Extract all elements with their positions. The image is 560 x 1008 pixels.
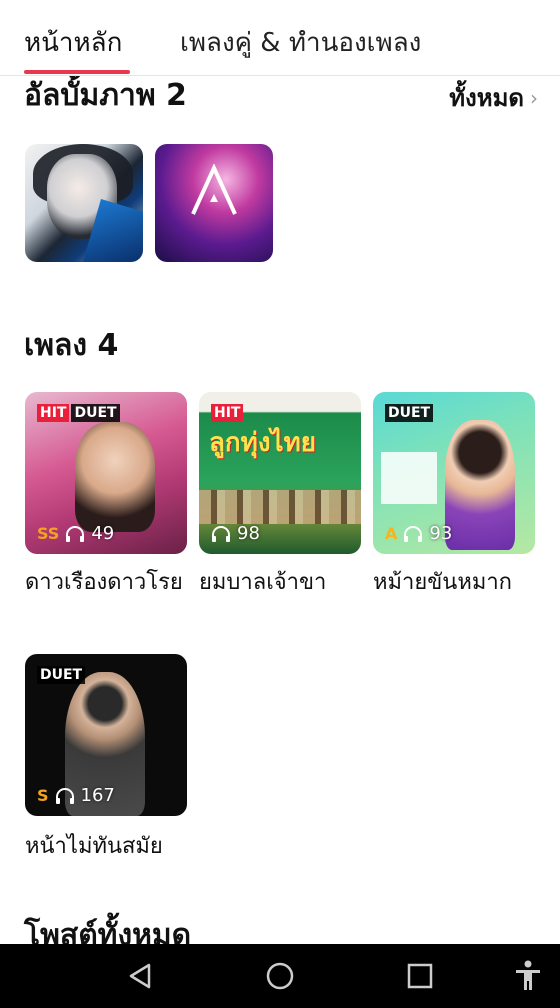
album-thumbnail-1[interactable] bbox=[25, 144, 143, 262]
see-all-albums-link[interactable]: ทั้งหมด › bbox=[449, 78, 538, 117]
triangle-logo-icon bbox=[191, 164, 237, 215]
active-tab-indicator bbox=[24, 70, 130, 74]
duet-badge: DUET bbox=[71, 404, 120, 422]
play-count: 98 bbox=[237, 523, 260, 544]
duet-badge: DUET bbox=[37, 666, 86, 684]
play-count: 49 bbox=[91, 523, 115, 544]
headphones-icon bbox=[66, 525, 85, 542]
chevron-right-icon: › bbox=[530, 85, 538, 110]
song-stats: 98 bbox=[211, 523, 260, 544]
song-title-3[interactable]: หม้ายขันหมาก bbox=[373, 568, 539, 598]
song-title-1[interactable]: ดาวเรืองดาวโรย bbox=[25, 568, 191, 598]
song-card-3[interactable]: DUET A 93 bbox=[373, 392, 535, 554]
song-title-2[interactable]: ยมบาลเจ้าขา bbox=[199, 568, 365, 598]
rank-badge: S bbox=[37, 786, 49, 805]
song-title-4[interactable]: หน้าไม่ทันสมัย bbox=[25, 832, 191, 862]
accessibility-icon[interactable] bbox=[510, 958, 546, 994]
headphones-icon bbox=[404, 525, 423, 542]
home-icon[interactable] bbox=[262, 958, 298, 994]
song-stats: S 167 bbox=[37, 785, 115, 806]
tab-duet-melody[interactable]: เพลงคู่ & ทำนองเพลง bbox=[180, 22, 421, 63]
tab-home[interactable]: หน้าหลัก bbox=[24, 22, 122, 63]
albums-section-title: อัลบั้มภาพ 2 bbox=[24, 78, 187, 113]
song-badges: DUET bbox=[37, 666, 86, 684]
song-badges: DUET bbox=[385, 404, 434, 422]
song-stats: A 93 bbox=[385, 523, 452, 544]
see-all-label: ทั้งหมด bbox=[449, 84, 524, 112]
hit-badge: HIT bbox=[37, 404, 70, 422]
headphones-icon bbox=[212, 525, 230, 542]
songs-section-title: เพลง 4 bbox=[24, 328, 119, 363]
song-badges: HIT bbox=[211, 404, 244, 422]
song-stats: SS 49 bbox=[37, 523, 114, 544]
back-icon[interactable] bbox=[122, 958, 158, 994]
song-badges: HIT DUET bbox=[37, 404, 120, 422]
play-count: 93 bbox=[429, 523, 453, 544]
song-card-2[interactable]: ลูกทุ่งไทย HIT 98 bbox=[199, 392, 361, 554]
recent-apps-icon[interactable] bbox=[402, 958, 438, 994]
hit-badge: HIT bbox=[211, 404, 244, 422]
play-count: 167 bbox=[80, 785, 115, 806]
headphones-icon bbox=[55, 787, 74, 804]
system-navigation-bar bbox=[0, 944, 560, 1008]
album-thumbnail-2[interactable] bbox=[155, 144, 273, 262]
rank-badge: SS bbox=[37, 524, 60, 543]
top-tab-bar: หน้าหลัก เพลงคู่ & ทำนองเพลง bbox=[0, 0, 560, 76]
song-card-4[interactable]: DUET S 167 bbox=[25, 654, 187, 816]
duet-badge: DUET bbox=[385, 404, 434, 422]
rank-badge: A bbox=[385, 524, 398, 543]
song-card-1[interactable]: HIT DUET SS 49 bbox=[25, 392, 187, 554]
